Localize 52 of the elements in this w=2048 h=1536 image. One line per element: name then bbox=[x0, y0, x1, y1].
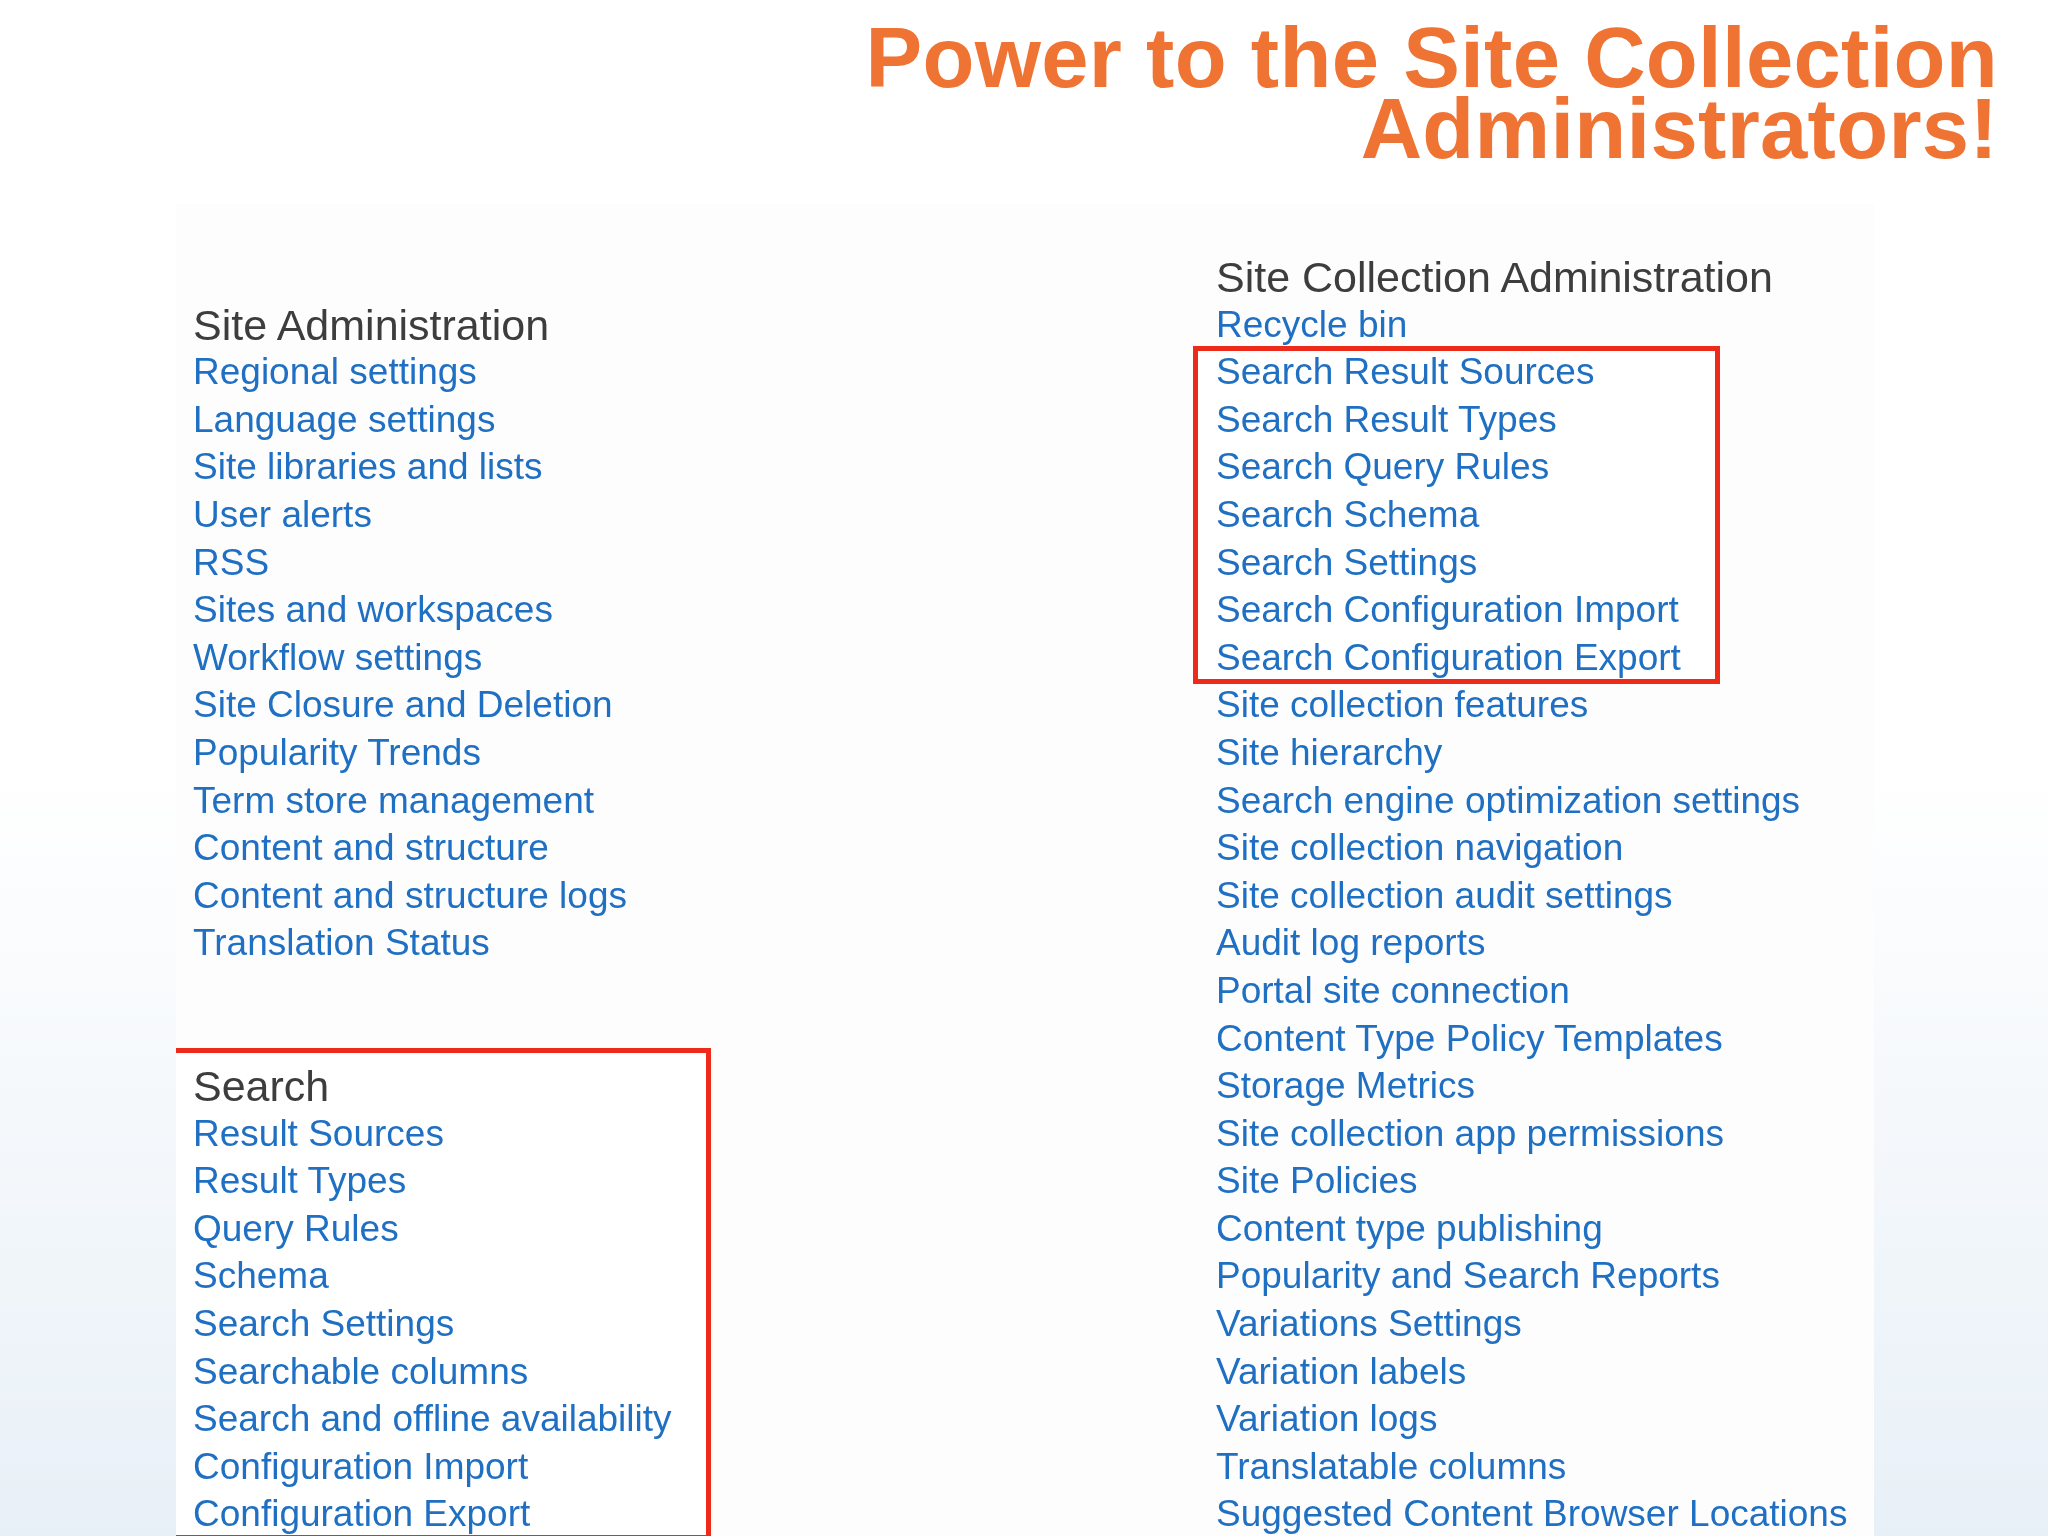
settings-link[interactable]: Searchable columns bbox=[193, 1352, 529, 1391]
settings-link[interactable]: Site libraries and lists bbox=[193, 448, 543, 487]
settings-link[interactable]: Search Configuration Import bbox=[1216, 591, 1679, 630]
settings-link[interactable]: Configuration Export bbox=[193, 1495, 531, 1534]
settings-link[interactable]: Content and structure logs bbox=[193, 876, 627, 915]
settings-link[interactable]: User alerts bbox=[193, 495, 372, 534]
settings-link[interactable]: Term store management bbox=[193, 781, 594, 820]
settings-link[interactable]: Content type publishing bbox=[1216, 1209, 1603, 1248]
settings-link[interactable]: Search Schema bbox=[1216, 495, 1480, 534]
settings-link[interactable]: Site collection features bbox=[1216, 686, 1589, 725]
settings-link[interactable]: Search engine optimization settings bbox=[1216, 781, 1801, 820]
settings-link[interactable]: RSS bbox=[193, 543, 270, 582]
settings-link[interactable]: Schema bbox=[193, 1257, 329, 1296]
settings-link[interactable]: Site collection app permissions bbox=[1216, 1114, 1724, 1153]
settings-link[interactable]: Result Types bbox=[193, 1162, 407, 1201]
settings-link[interactable]: Suggested Content Browser Locations bbox=[1216, 1495, 1848, 1534]
settings-link[interactable]: Query Rules bbox=[193, 1209, 399, 1248]
settings-link[interactable]: Result Sources bbox=[193, 1114, 444, 1153]
settings-link[interactable]: Variations Settings bbox=[1216, 1305, 1522, 1344]
settings-link[interactable]: Search Settings bbox=[193, 1305, 455, 1344]
section-heading: Site Administration bbox=[193, 305, 550, 344]
settings-link[interactable]: Search and offline availability bbox=[193, 1400, 672, 1439]
settings-link[interactable]: Regional settings bbox=[193, 353, 477, 392]
settings-link[interactable]: Site Policies bbox=[1216, 1162, 1418, 1201]
section-heading: Search bbox=[193, 1067, 330, 1106]
settings-link[interactable]: Site hierarchy bbox=[1216, 733, 1443, 772]
settings-link[interactable]: Site collection navigation bbox=[1216, 829, 1624, 868]
settings-link[interactable]: Variation logs bbox=[1216, 1400, 1438, 1439]
settings-link[interactable]: Translatable columns bbox=[1216, 1447, 1567, 1486]
section-heading: Site Collection Administration bbox=[1216, 258, 1773, 296]
settings-link[interactable]: Search Configuration Export bbox=[1216, 638, 1681, 677]
settings-link[interactable]: Search Result Sources bbox=[1216, 353, 1595, 392]
settings-link[interactable]: Language settings bbox=[193, 400, 496, 439]
settings-link[interactable]: Search Result Types bbox=[1216, 400, 1557, 439]
settings-link[interactable]: Variation labels bbox=[1216, 1352, 1467, 1391]
settings-link[interactable]: Portal site connection bbox=[1216, 971, 1570, 1010]
settings-link[interactable]: Popularity Trends bbox=[193, 733, 481, 772]
settings-link[interactable]: Content and structure bbox=[193, 829, 549, 868]
settings-link[interactable]: Audit log reports bbox=[1216, 924, 1486, 963]
settings-link[interactable]: Recycle bin bbox=[1216, 305, 1408, 344]
settings-link[interactable]: Storage Metrics bbox=[1216, 1067, 1476, 1106]
settings-link[interactable]: Site Closure and Deletion bbox=[193, 686, 613, 725]
settings-link[interactable]: Workflow settings bbox=[193, 638, 483, 677]
settings-link[interactable]: Site collection audit settings bbox=[1216, 876, 1673, 915]
settings-link[interactable]: Search Settings bbox=[1216, 543, 1478, 582]
settings-link[interactable]: Popularity and Search Reports bbox=[1216, 1257, 1720, 1296]
settings-link[interactable]: Search Query Rules bbox=[1216, 448, 1550, 487]
settings-link[interactable]: Translation Status bbox=[193, 924, 490, 963]
settings-link[interactable]: Content Type Policy Templates bbox=[1216, 1019, 1723, 1058]
settings-link[interactable]: Sites and workspaces bbox=[193, 591, 553, 630]
settings-link[interactable]: Configuration Import bbox=[193, 1447, 529, 1486]
slide-title: Power to the Site Collection Administrators! bbox=[864, 9, 1998, 164]
